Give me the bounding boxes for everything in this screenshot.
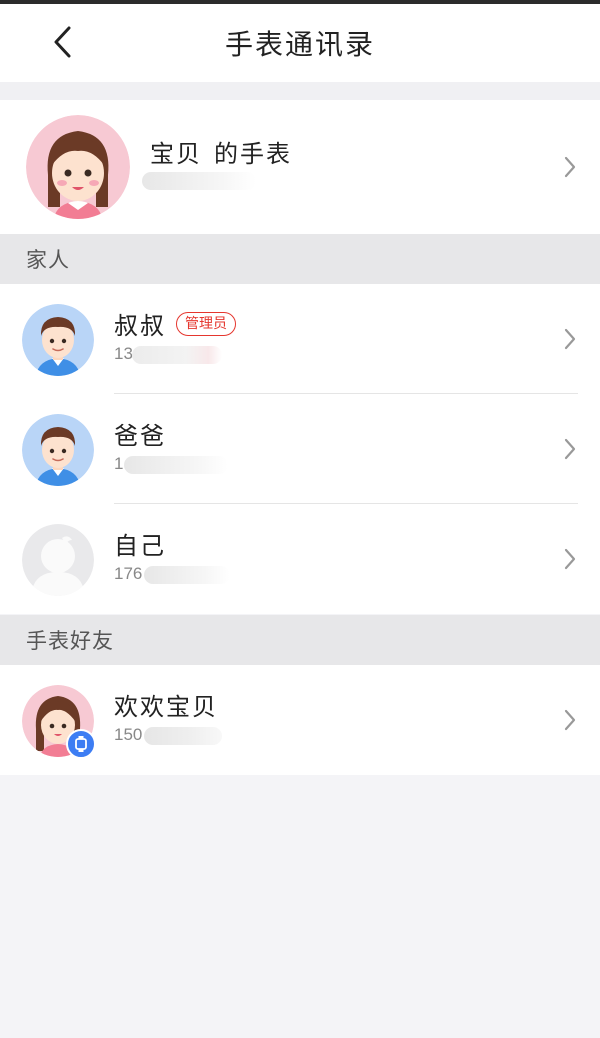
chevron-right-icon (564, 709, 576, 731)
blurred-phone (132, 346, 222, 364)
watch-title: 宝贝 的手表 (150, 134, 292, 169)
watch-badge-icon (66, 729, 96, 759)
contact-row[interactable]: 爸爸 1 (0, 394, 600, 504)
watch-label: 的手表 (214, 140, 292, 168)
blurred-phone (144, 727, 222, 745)
man-avatar-icon (22, 304, 94, 376)
chevron-right-icon (564, 156, 576, 178)
chevron-right-icon (564, 328, 576, 350)
watch-card[interactable]: 宝贝 的手表 (0, 100, 600, 234)
contact-phone: 176 (114, 564, 143, 583)
back-button[interactable] (42, 22, 82, 62)
watch-owner-name: 宝贝 (150, 140, 202, 168)
default-avatar-icon (22, 524, 94, 596)
section-title: 手表好友 (26, 629, 114, 653)
chevron-right-icon (564, 438, 576, 460)
girl-avatar-icon (26, 115, 130, 219)
contact-phone: 150 (114, 725, 143, 744)
contact-phone: 1 (114, 454, 124, 473)
spacer (0, 82, 600, 100)
contact-row[interactable]: 自己 176 (0, 504, 600, 614)
section-header-family: 家人 (0, 234, 600, 284)
contact-row[interactable]: 欢欢宝贝 150 (0, 665, 600, 775)
chevron-right-icon (564, 548, 576, 570)
navigation-bar: 手表通讯录 (0, 4, 600, 82)
page-title: 手表通讯录 (224, 28, 375, 61)
section-header-friends: 手表好友 (0, 615, 600, 665)
blurred-phone (124, 456, 228, 474)
blurred-watch-number (142, 172, 256, 190)
section-title: 家人 (26, 248, 70, 272)
chevron-left-icon (54, 26, 71, 58)
contact-row[interactable]: 叔叔 13 (0, 284, 600, 394)
contact-phone: 13 (114, 344, 133, 363)
contact-name: 欢欢宝贝 (114, 693, 218, 721)
man-avatar-icon (22, 414, 94, 486)
contact-name: 叔叔 (114, 312, 166, 340)
admin-badge: 管理员 (176, 312, 236, 336)
contact-name: 爸爸 (114, 422, 166, 450)
contact-name: 自己 (114, 532, 166, 560)
blurred-phone (144, 566, 230, 584)
